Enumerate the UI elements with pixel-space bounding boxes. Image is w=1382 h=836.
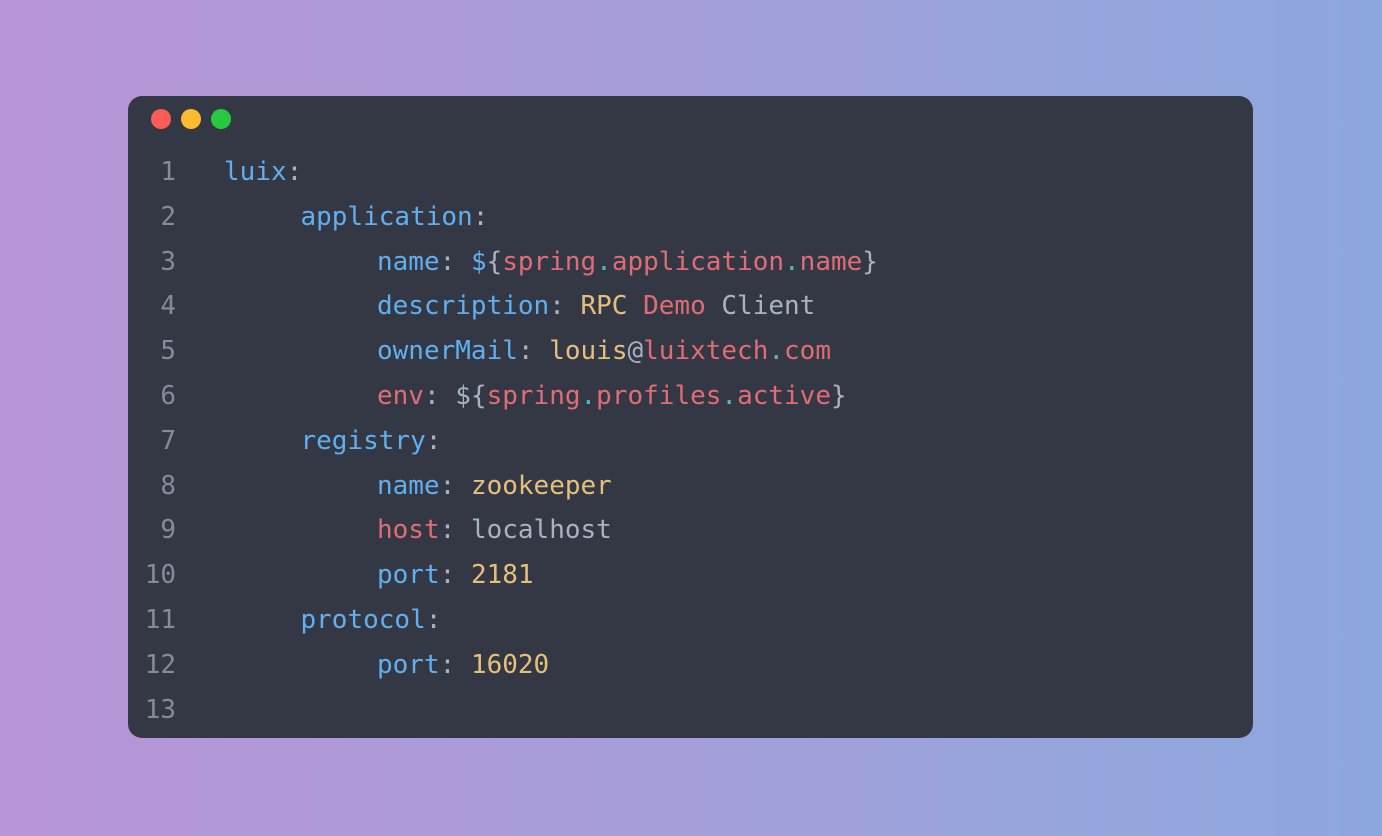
code-token: luixtech xyxy=(643,336,769,367)
line-number: 6 xyxy=(160,380,176,411)
code-line: 8 name: zookeeper xyxy=(128,464,1228,509)
code-token: protocol xyxy=(300,604,426,635)
line-number: 8 xyxy=(160,470,176,501)
code-line: 4 description: RPC Demo Client xyxy=(128,284,1228,329)
code-token: application xyxy=(300,201,473,232)
code-token: name xyxy=(377,470,440,501)
code-token: : xyxy=(286,157,303,187)
line-number: 13 xyxy=(144,694,176,725)
code-token: spring xyxy=(502,246,597,277)
code-token: name xyxy=(377,246,440,277)
line-number: 12 xyxy=(144,649,176,680)
line-content: registry: xyxy=(301,419,442,464)
code-token: . xyxy=(721,380,738,411)
line-number: 11 xyxy=(144,604,176,635)
code-token: : xyxy=(439,649,471,680)
line-content: application: xyxy=(301,195,489,240)
line-number: 7 xyxy=(160,425,176,456)
code-token: spring xyxy=(486,380,581,411)
code-token: . xyxy=(768,336,785,367)
code-token: active xyxy=(737,380,831,411)
code-line: 1 luix: xyxy=(128,150,1228,195)
code-token: : xyxy=(472,201,489,232)
line-content: luix: xyxy=(224,150,302,195)
code-line: 6 env: ${spring.profiles.active} xyxy=(128,374,1228,419)
code-line: 2 application: xyxy=(128,195,1228,240)
code-token: profiles xyxy=(596,380,722,411)
code-token: . xyxy=(596,246,612,277)
code-window: 1 luix: 2 application: 3 name: ${spring.appli… xyxy=(128,96,1253,738)
line-content: env: ${spring.profiles.active} xyxy=(377,374,847,419)
code-line: 12 port: 16020 xyxy=(128,643,1228,688)
code-token: description xyxy=(377,291,550,322)
code-token: application xyxy=(611,246,785,277)
code-token: $ xyxy=(470,246,487,277)
line-number: 3 xyxy=(160,246,176,277)
code-token: : xyxy=(425,425,442,456)
code-line: 3 name: ${spring.application.name} xyxy=(128,240,1228,285)
code-block: 1 luix: 2 application: 3 name: ${spring.appli… xyxy=(128,150,1228,732)
code-token: : xyxy=(439,470,471,501)
code-line: 9 host: localhost xyxy=(128,508,1228,553)
code-token: Demo xyxy=(643,291,706,322)
code-token: : xyxy=(425,604,442,635)
code-token: $ xyxy=(455,380,471,411)
line-content: ownerMail: louis@luixtech.com xyxy=(377,329,831,374)
code-token: name xyxy=(799,246,863,277)
code-token: . xyxy=(784,246,800,277)
code-token: zookeeper xyxy=(470,470,612,501)
line-content: name: ${spring.application.name} xyxy=(377,240,878,285)
line-number: 1 xyxy=(160,157,176,187)
code-line: 10 port: 2181 xyxy=(128,553,1228,598)
code-token: { xyxy=(470,380,487,411)
code-token: louis xyxy=(549,336,628,367)
code-token: { xyxy=(486,246,503,277)
code-token: 16020 xyxy=(470,649,550,680)
code-token: luix xyxy=(224,157,287,187)
code-token: : xyxy=(549,291,581,322)
code-token: port xyxy=(377,649,440,680)
code-token: env xyxy=(377,380,424,411)
zoom-icon[interactable] xyxy=(211,109,231,129)
code-token: com xyxy=(784,336,831,367)
code-line: 7 registry: xyxy=(128,419,1228,464)
line-content: port: 2181 xyxy=(377,553,534,598)
close-icon[interactable] xyxy=(151,109,171,129)
code-token: registry xyxy=(300,425,426,456)
code-line: 13 xyxy=(128,688,1228,733)
code-token: @ xyxy=(627,336,644,367)
line-content: host: localhost xyxy=(377,508,612,553)
line-content: name: zookeeper xyxy=(377,464,612,509)
code-token: port xyxy=(377,560,440,591)
code-token: localhost xyxy=(470,515,612,546)
line-number: 10 xyxy=(144,560,176,591)
code-token: ownerMail xyxy=(377,336,518,367)
window-controls xyxy=(151,109,231,129)
line-content: port: 16020 xyxy=(377,643,549,688)
code-token: : xyxy=(439,560,471,591)
code-token: : xyxy=(439,246,471,277)
line-number: 9 xyxy=(160,515,176,546)
code-token: } xyxy=(862,246,878,277)
code-token: : xyxy=(423,380,456,411)
code-line: 11 protocol: xyxy=(128,598,1228,643)
code-token: 2181 xyxy=(470,560,534,591)
line-number: 5 xyxy=(160,336,176,367)
code-token: host xyxy=(377,515,440,546)
line-number: 4 xyxy=(160,291,176,322)
code-token: Client xyxy=(721,291,816,322)
line-number: 2 xyxy=(160,201,176,232)
code-token: . xyxy=(580,380,597,411)
line-content: protocol: xyxy=(301,598,442,643)
code-token: } xyxy=(830,380,847,411)
code-line: 5 ownerMail: louis@luixtech.com xyxy=(128,329,1228,374)
code-token: RPC xyxy=(580,291,628,322)
minimize-icon[interactable] xyxy=(181,109,201,129)
line-content: description: RPC Demo Client xyxy=(377,284,815,329)
code-token: : xyxy=(439,515,471,546)
code-token: : xyxy=(517,336,550,367)
